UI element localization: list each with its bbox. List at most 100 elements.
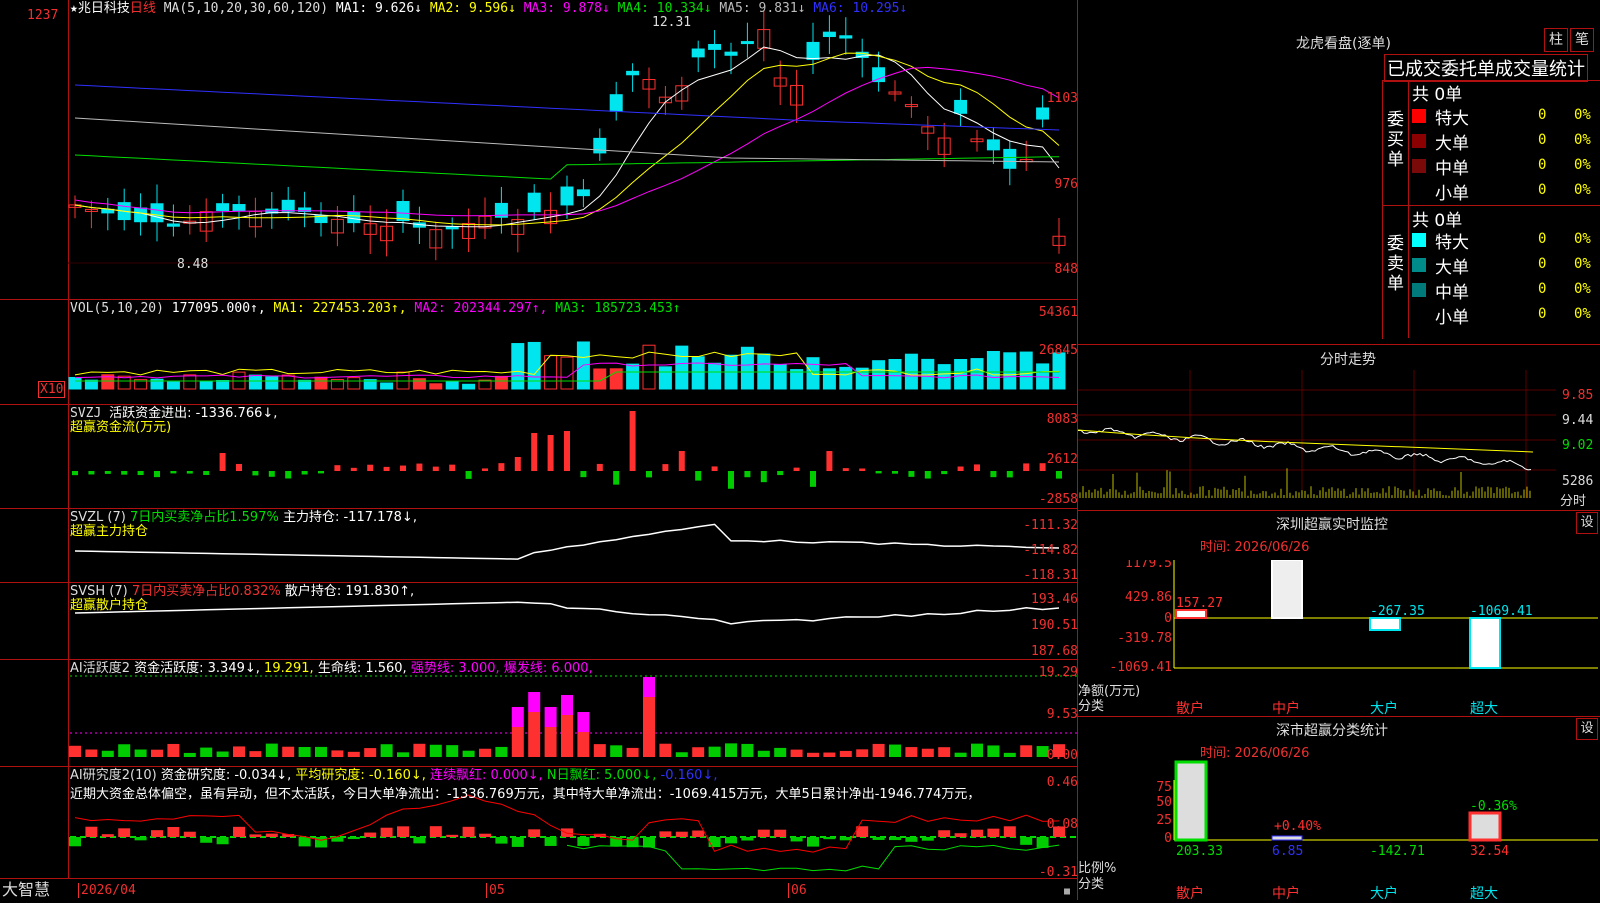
flow-bar-out bbox=[203, 471, 210, 475]
ai2-header: AI研究度2(10) 资金研究度: -0.034↓, 平均研究度: -0.160… bbox=[70, 768, 717, 783]
volume-bar bbox=[1003, 352, 1017, 390]
ma-params: MA(5,10,20,30,60,120) bbox=[163, 1, 329, 16]
activity-bar bbox=[413, 743, 426, 757]
volume-bar bbox=[347, 377, 361, 390]
activity-bar bbox=[692, 747, 705, 757]
ai1-t3: 生命线: 1.560, bbox=[317, 661, 407, 676]
bar-mode-button[interactable]: 柱 bbox=[1544, 28, 1568, 52]
sz-category-label: 中户 bbox=[1272, 701, 1300, 717]
flow-bar-out bbox=[875, 471, 882, 474]
svzl-ytick: -118.31 bbox=[1023, 568, 1078, 583]
candle-body bbox=[708, 43, 722, 50]
activity-bar bbox=[151, 749, 163, 757]
svzj-header: SVZJ 活跃资金进出: -1336.766↓, bbox=[70, 406, 277, 421]
sell-row-pct: 0% bbox=[1574, 231, 1591, 247]
volume-bar bbox=[806, 357, 820, 390]
activity-bar bbox=[69, 745, 81, 757]
flow-bar-out bbox=[580, 471, 587, 478]
main-header: ★兆日科技日线 MA(5,10,20,30,60,120) MA1: 9.626… bbox=[70, 1, 907, 16]
research-bar-pos bbox=[954, 833, 967, 837]
sz-ytick: 1179.5 bbox=[1125, 560, 1172, 571]
candle-body bbox=[576, 189, 590, 197]
date-axis-label: 05 bbox=[486, 883, 505, 898]
sz-bar-chart: 1179.5 429.86 0 -319.78 -1069.41 157.27 1179.5… bbox=[1109, 560, 1598, 675]
research-bar-neg bbox=[807, 837, 819, 847]
svzj-label: SVZJ bbox=[70, 406, 102, 421]
ai1-t2: 19.291, bbox=[264, 661, 314, 676]
activity-bar bbox=[626, 747, 639, 757]
star-icon[interactable]: ★ bbox=[70, 1, 78, 16]
svsh-sub: 超赢散户持仓 bbox=[70, 598, 149, 613]
ss-settings-button[interactable]: 设 bbox=[1576, 718, 1598, 740]
volume-bar bbox=[708, 362, 722, 390]
volume-bar bbox=[527, 341, 541, 390]
flow-bar-in bbox=[449, 464, 456, 471]
research-bar-neg bbox=[216, 837, 229, 845]
ss-time: 时间: 2026/06/26 bbox=[1200, 746, 1310, 761]
research-bar-pos bbox=[151, 830, 163, 837]
research-bar-neg bbox=[413, 837, 426, 844]
flow-bar-out bbox=[646, 471, 652, 478]
ma2-value: MA2: 9.596↓ bbox=[429, 1, 516, 16]
research-bar-neg bbox=[889, 837, 901, 841]
stock-name[interactable]: 兆日科技 bbox=[78, 1, 130, 16]
svzl-sub: 超赢主力持仓 bbox=[70, 524, 149, 539]
flow-bar-in bbox=[842, 468, 849, 471]
chart-area[interactable]: 1237 ★兆日科技日线 MA(5,10,20,30,60,120) MA1: … bbox=[0, 0, 1078, 900]
volume-bar bbox=[199, 380, 213, 390]
research-bar-neg bbox=[544, 837, 557, 846]
activity-bar bbox=[183, 752, 196, 757]
research-bar-pos bbox=[692, 830, 705, 837]
activity-bar bbox=[774, 747, 787, 757]
flow-bar-out bbox=[72, 471, 78, 476]
research-bar-pos bbox=[233, 826, 245, 837]
research-bar-neg bbox=[905, 837, 918, 842]
flow-bar-in bbox=[334, 465, 341, 471]
ss-bar bbox=[1271, 835, 1303, 841]
buy-side-label: 委买单 bbox=[1387, 110, 1404, 170]
flow-bar-out bbox=[285, 471, 292, 479]
activity-peak bbox=[544, 707, 557, 727]
research-bar-neg bbox=[790, 837, 803, 842]
sz-ytick: 429.86 bbox=[1125, 590, 1172, 605]
buy-row-name: 小单 bbox=[1435, 184, 1469, 204]
flow-bar-out bbox=[301, 471, 308, 475]
period-label[interactable]: 日线 bbox=[130, 1, 156, 16]
research-bar-neg bbox=[741, 837, 754, 841]
flow-bar-in bbox=[547, 435, 554, 471]
research-bar-pos bbox=[462, 826, 475, 837]
candle-body bbox=[150, 203, 164, 223]
research-bar-neg bbox=[921, 837, 934, 841]
flow-bar-in bbox=[596, 463, 603, 471]
activity-bar bbox=[216, 751, 229, 757]
sz-settings-button[interactable]: 设 bbox=[1576, 512, 1598, 534]
flow-bar-out bbox=[268, 471, 275, 477]
volume-bar bbox=[757, 353, 771, 390]
flow-bar-out bbox=[908, 471, 915, 477]
vol-header: VOL(5,10,20) 177095.000↑, MA1: 227453.20… bbox=[70, 301, 681, 316]
research-bar-pos bbox=[561, 828, 573, 837]
flow-bar-in bbox=[350, 467, 357, 471]
activity-bar bbox=[839, 750, 852, 757]
kline-chart-svg[interactable] bbox=[0, 0, 1078, 900]
tick-mode-button[interactable]: 笔 bbox=[1570, 28, 1594, 52]
buy-row-pct: 0% bbox=[1574, 132, 1591, 148]
ss-value-label: 203.33 bbox=[1176, 844, 1223, 859]
research-bar-pos bbox=[183, 831, 196, 837]
lock-icon[interactable]: ■ bbox=[1064, 884, 1070, 899]
volume-bar bbox=[429, 383, 443, 390]
ai1-ytick: 0.00 bbox=[1046, 748, 1078, 763]
fenshi-chart[interactable] bbox=[1078, 370, 1600, 510]
buy-color-swatch bbox=[1412, 159, 1426, 173]
research-bar-pos bbox=[446, 834, 459, 837]
sz-bar-label: -267.35 bbox=[1370, 604, 1425, 619]
vol-multiplier[interactable]: X10 bbox=[38, 381, 66, 398]
volume-bar bbox=[380, 382, 394, 390]
svzl-text-b: 主力持仓: -117.178↓, bbox=[282, 510, 417, 525]
sell-color-swatch bbox=[1412, 283, 1426, 297]
right-panel: 龙虎看盘(逐单) 柱 笔 已成交委托单成交量统计 委买单 共 0单 特大 0 0% 大… bbox=[1078, 0, 1600, 902]
candle-body bbox=[166, 223, 180, 227]
svzj-sub: 超赢资金流(万元) bbox=[70, 420, 172, 435]
research-bar-neg bbox=[347, 837, 360, 840]
flow-bar-out bbox=[924, 471, 931, 479]
